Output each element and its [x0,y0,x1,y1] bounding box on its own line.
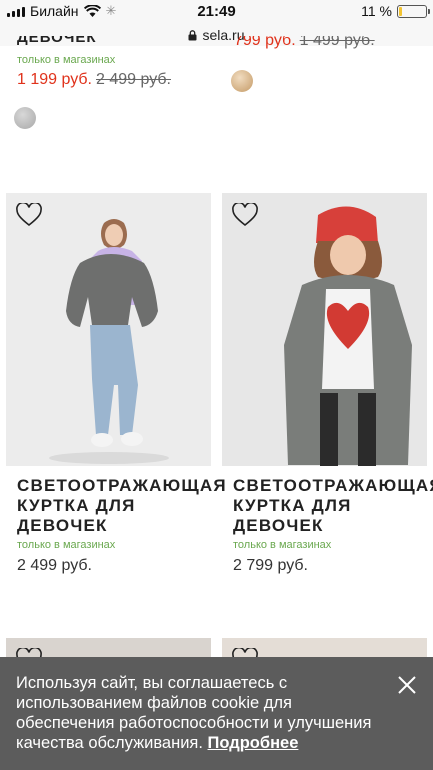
product-price: 2 499 руб. [17,557,92,574]
product-image[interactable] [222,193,427,466]
availability-label: только в магазинах [233,539,332,551]
favorite-heart-icon[interactable] [16,648,42,657]
top-product-left[interactable]: ДЕВОЧЕК только в магазинах 1 199 руб. 2 4… [17,36,217,136]
cookie-more-link[interactable]: Подробнее [208,734,299,752]
status-bar: Билайн ✳ 21:49 11 % [0,0,433,24]
product-card[interactable] [222,638,427,657]
cookie-banner: Используя сайт, вы соглашаетесь с исполь… [0,657,433,770]
product-image[interactable] [6,193,211,466]
availability-label: только в магазинах [17,54,116,66]
product-card[interactable]: СВЕТООТРАЖАЮЩАЯ КУРТКА ДЛЯ ДЕВОЧЕК тольк… [222,193,433,575]
product-card[interactable] [6,638,211,657]
old-price: 1 499 руб. [299,36,375,49]
old-price: 2 499 руб. [96,71,171,88]
battery-icon [397,4,430,18]
cookie-message: Используя сайт, вы соглашаетесь с исполь… [16,674,372,752]
product-card[interactable]: СВЕТООТРАЖАЮЩАЯ КУРТКА ДЛЯ ДЕВОЧЕК тольк… [6,193,226,575]
product-photo [222,193,427,466]
battery-percent: 11 % [361,3,392,19]
availability-label: только в магазинах [17,539,116,551]
price-row: 799 руб. 1 499 руб. [234,36,375,50]
product-name[interactable]: СВЕТООТРАЖАЮЩАЯ КУРТКА ДЛЯ ДЕВОЧЕК [6,476,226,536]
color-swatch[interactable] [14,107,36,129]
close-icon[interactable] [397,675,417,695]
product-name[interactable]: СВЕТООТРАЖАЮЩАЯ КУРТКА ДЛЯ ДЕВОЧЕК [222,476,433,536]
top-product-right[interactable]: 799 руб. 1 499 руб. [234,36,424,56]
sale-price: 1 199 руб. [17,71,92,88]
cookie-text-block: Используя сайт, вы соглашаетесь с исполь… [16,673,386,753]
status-right: 11 % [361,3,430,19]
color-swatch[interactable] [231,70,253,92]
favorite-heart-icon[interactable] [16,203,42,227]
favorite-heart-icon[interactable] [232,648,258,657]
product-photo [6,193,211,466]
product-title-partial: ДЕВОЧЕК [17,36,97,46]
product-price: 2 799 руб. [233,557,308,574]
sale-price: 799 руб. [234,36,296,49]
favorite-heart-icon[interactable] [232,203,258,227]
price-row: 1 199 руб. 2 499 руб. [17,71,171,89]
